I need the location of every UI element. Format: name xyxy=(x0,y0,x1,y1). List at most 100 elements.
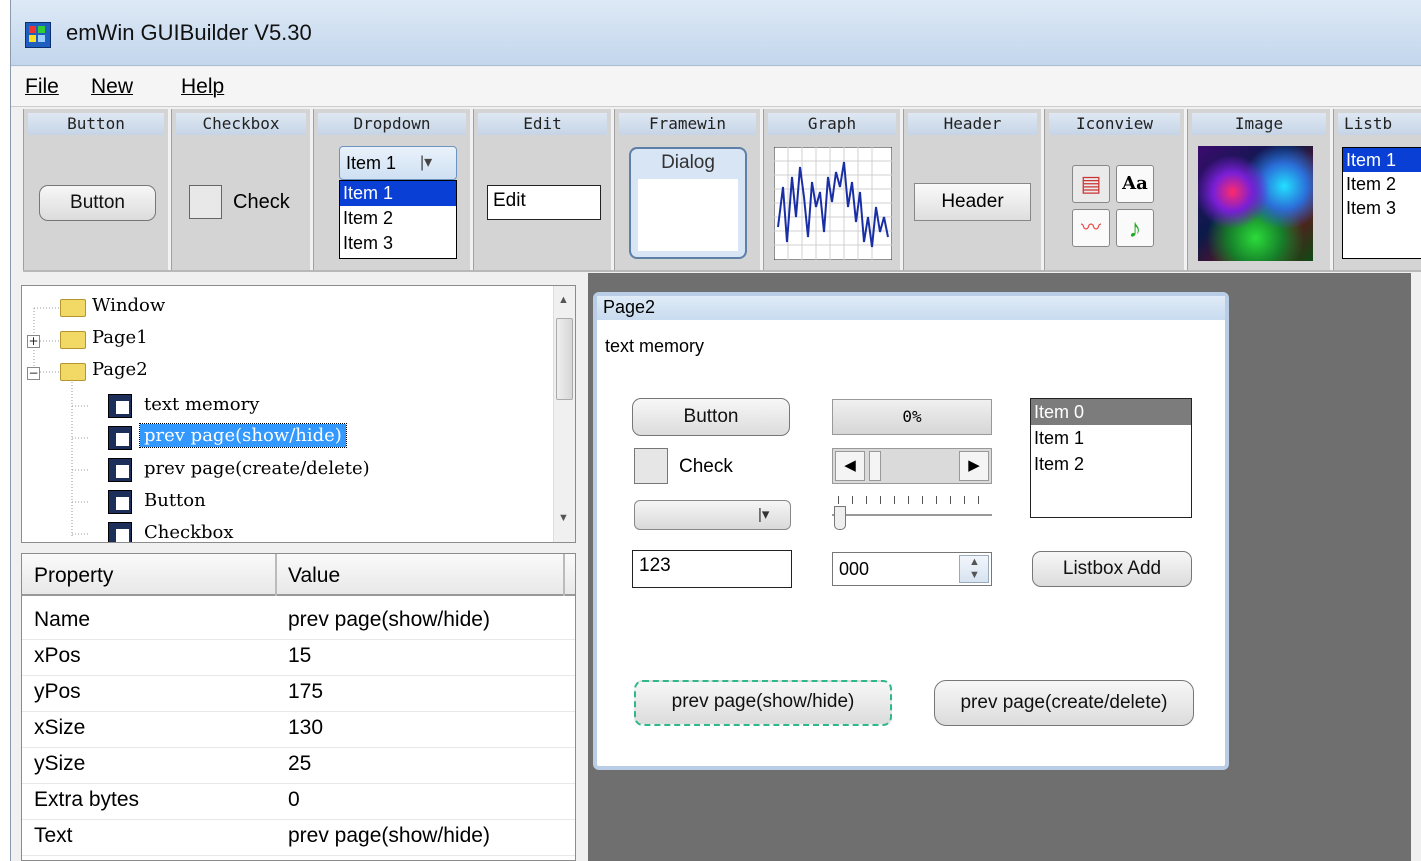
tool-edit[interactable]: Edit Edit xyxy=(473,109,614,270)
scroll-thumb[interactable] xyxy=(556,318,573,400)
widget-icon xyxy=(108,458,132,482)
collapse-icon[interactable]: − xyxy=(27,367,40,380)
tool-listbox[interactable]: Listb Item 1 Item 2 Item 3 xyxy=(1333,109,1421,270)
dropdown-preview-field: Item 1 |▾ xyxy=(339,146,457,180)
widget-toolbar: Button Button Checkbox Check Dropdown It… xyxy=(23,109,1421,272)
scroll-left-icon[interactable]: ◀ xyxy=(835,451,865,481)
property-header: Property Value xyxy=(22,554,575,596)
prev-page-show-hide-button[interactable]: prev page(show/hide) xyxy=(634,680,892,726)
folder-icon xyxy=(60,363,86,381)
checkbox-preview-box xyxy=(189,185,222,219)
tool-label: Iconview xyxy=(1049,113,1180,135)
widget-icon xyxy=(108,522,132,542)
listbox-item[interactable]: Item 0 xyxy=(1031,399,1191,425)
page2-dialog[interactable]: Page2 text memory Button 0% Item 0 Item … xyxy=(593,292,1229,770)
page2-slider[interactable] xyxy=(832,492,992,536)
tool-label: Image xyxy=(1192,113,1326,135)
page2-listbox[interactable]: Item 0 Item 1 Item 2 xyxy=(1030,398,1192,518)
menu-bar: File New Help xyxy=(11,67,1421,107)
property-row-extra-bytes[interactable]: Extra bytes 0 xyxy=(22,784,575,820)
app-icon xyxy=(25,22,51,48)
page2-title: Page2 xyxy=(603,297,656,317)
slider-track xyxy=(832,514,992,516)
page2-button[interactable]: Button xyxy=(632,398,790,436)
menu-help[interactable]: Help xyxy=(181,75,224,99)
window-title: emWin GUIBuilder V5.30 xyxy=(66,20,312,45)
widget-icon xyxy=(108,426,132,450)
dropdown-item: Item 3 xyxy=(343,233,394,253)
tool-label: Edit xyxy=(478,113,607,135)
image-preview xyxy=(1198,146,1313,261)
dropdown-item: Item 1 xyxy=(340,181,456,206)
tool-button[interactable]: Button Button xyxy=(23,109,171,270)
column-divider[interactable] xyxy=(275,554,277,596)
page2-title-bar[interactable]: Page2 xyxy=(597,296,1225,320)
books-icon: ▤ xyxy=(1072,165,1110,203)
dropdown-item: Item 2 xyxy=(343,208,394,228)
property-row-xpos[interactable]: xPos 15 xyxy=(22,640,575,676)
widget-icon xyxy=(108,490,132,514)
title-bar: emWin GUIBuilder V5.30 xyxy=(11,0,1421,66)
listbox-add-button[interactable]: Listbox Add xyxy=(1032,551,1192,587)
tool-checkbox[interactable]: Checkbox Check xyxy=(171,109,313,270)
tool-graph[interactable]: Graph xyxy=(763,109,903,270)
font-icon: Aa xyxy=(1116,165,1154,203)
widget-icon xyxy=(108,394,132,418)
tree-selected-label: prev page(show/hide) xyxy=(139,423,347,448)
page2-spinbox[interactable]: 000 ▲ ▼ xyxy=(832,552,992,586)
column-divider[interactable] xyxy=(563,554,565,596)
tool-label: Button xyxy=(28,113,164,135)
tool-label: Header xyxy=(908,113,1037,135)
listbox-item: Item 2 xyxy=(1346,174,1397,194)
folder-icon xyxy=(60,331,86,349)
spinbox-value: 000 xyxy=(839,559,870,579)
tree-scrollbar[interactable]: ▲ ▼ xyxy=(553,286,575,542)
page2-edit[interactable]: 123 xyxy=(632,550,792,588)
tool-framewin[interactable]: Framewin Dialog xyxy=(614,109,763,270)
scroll-right-icon[interactable]: ▶ xyxy=(959,451,989,481)
graph-preview-icon xyxy=(774,147,892,260)
page2-dropdown[interactable]: |▾ xyxy=(634,500,791,530)
tool-iconview[interactable]: Iconview ▤ Aa 〰 ♪ xyxy=(1044,109,1187,270)
menu-new[interactable]: New xyxy=(91,75,133,99)
page2-checkbox-label: Check xyxy=(679,456,733,477)
property-row-ypos[interactable]: yPos 175 xyxy=(22,676,575,712)
text-memory-label: text memory xyxy=(605,336,705,356)
tool-label: Checkbox xyxy=(176,113,306,135)
prev-page-create-delete-button[interactable]: prev page(create/delete) xyxy=(934,680,1194,726)
property-row-xsize[interactable]: xSize 130 xyxy=(22,712,575,748)
framewin-client xyxy=(638,179,738,251)
menu-file[interactable]: File xyxy=(25,75,59,99)
property-row-name[interactable]: Name prev page(show/hide) xyxy=(22,604,575,640)
property-row-ysize[interactable]: ySize 25 xyxy=(22,748,575,784)
horizontal-scrollbar[interactable]: ◀ ▶ xyxy=(832,448,992,484)
expand-icon[interactable]: + xyxy=(27,335,40,348)
scroll-thumb[interactable] xyxy=(869,451,881,481)
edit-preview: Edit xyxy=(487,185,601,220)
property-row-text[interactable]: Text prev page(show/hide) xyxy=(22,820,575,856)
folder-icon xyxy=(60,299,86,317)
tool-dropdown[interactable]: Dropdown Item 1 |▾ Item 1 Item 2 Item 3 xyxy=(313,109,473,270)
chevron-down-icon: |▾ xyxy=(420,154,433,171)
listbox-preview: Item 1 Item 2 Item 3 xyxy=(1342,147,1421,259)
listbox-item: Item 1 xyxy=(1343,148,1421,172)
tool-label: Dropdown xyxy=(318,113,466,135)
tool-header[interactable]: Header Header xyxy=(903,109,1044,270)
widget-tree[interactable]: Window + Page1 − Page2 text memory prev … xyxy=(21,285,576,543)
dropdown-preview-selected: Item 1 xyxy=(346,153,397,173)
button-preview: Button xyxy=(39,185,156,221)
listbox-item[interactable]: Item 1 xyxy=(1031,425,1191,451)
tool-image[interactable]: Image xyxy=(1187,109,1333,270)
header-preview: Header xyxy=(914,183,1031,221)
scroll-up-icon[interactable]: ▲ xyxy=(558,294,569,306)
tool-label: Framewin xyxy=(619,113,756,135)
scroll-down-icon[interactable]: ▼ xyxy=(558,512,569,524)
slider-thumb[interactable] xyxy=(834,506,846,530)
page2-checkbox[interactable] xyxy=(634,448,668,484)
music-note-icon: ♪ xyxy=(1116,209,1154,247)
spin-arrows-icon[interactable]: ▲ ▼ xyxy=(959,555,989,583)
column-header-property: Property xyxy=(34,564,114,587)
tool-label: Listb xyxy=(1338,113,1421,135)
dropdown-preview-list: Item 1 Item 2 Item 3 xyxy=(339,180,457,259)
listbox-item[interactable]: Item 2 xyxy=(1031,451,1191,477)
